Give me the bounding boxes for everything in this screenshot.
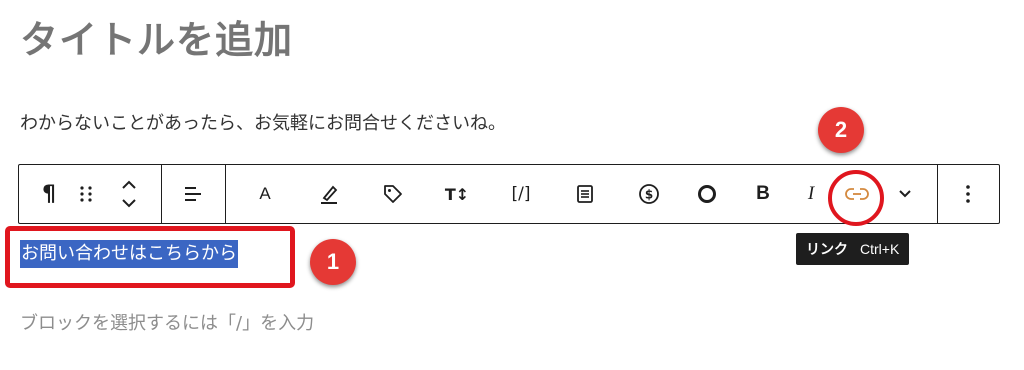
tooltip-label: リンク <box>806 242 848 258</box>
bold-button[interactable]: B <box>743 174 783 214</box>
align-button[interactable] <box>173 174 213 214</box>
drag-handle-icon <box>80 186 92 202</box>
options-button[interactable] <box>948 174 988 214</box>
italic-button[interactable]: I <box>791 174 831 214</box>
post-title[interactable]: タイトルを追加 <box>20 14 293 66</box>
tooltip-shortcut: Ctrl+K <box>860 241 900 257</box>
drag-handle-button[interactable] <box>71 174 101 214</box>
toolbar-divider <box>937 165 938 223</box>
document-button[interactable] <box>565 174 605 214</box>
align-left-icon <box>185 187 201 201</box>
dollar-icon: $ <box>639 184 659 204</box>
annotation-box-1 <box>5 226 295 288</box>
font-icon: A <box>259 184 271 203</box>
block-placeholder[interactable]: ブロックを選択するには「/」を入力 <box>20 310 314 338</box>
text-size-button[interactable]: T↕ <box>437 174 477 214</box>
more-formats-button[interactable] <box>885 174 925 214</box>
text-size-icon: T↕ <box>444 184 470 204</box>
annotation-badge-2: 2 <box>818 107 864 153</box>
move-up-down-button[interactable] <box>109 174 149 214</box>
document-icon <box>577 185 593 203</box>
annotation-badge-1: 1 <box>310 239 356 285</box>
paragraph-icon: ¶ <box>42 181 56 207</box>
svg-text:$: $ <box>645 188 653 202</box>
italic-icon: I <box>807 183 815 204</box>
chevron-down-icon <box>899 190 911 198</box>
paragraph-block[interactable]: わからないことがあったら、お気軽にお問合せくださいね。 <box>20 110 506 138</box>
circle-icon <box>698 185 716 203</box>
link-tooltip: リンク Ctrl+K <box>796 233 910 265</box>
shortcode-icon: [/] <box>511 184 531 204</box>
highlight-button[interactable] <box>309 174 349 214</box>
tag-button[interactable] <box>373 174 413 214</box>
highlighter-icon <box>321 185 338 204</box>
more-options-icon <box>966 185 970 203</box>
price-button[interactable]: $ <box>629 174 669 214</box>
toolbar-divider <box>225 165 226 223</box>
move-up-down-icon <box>122 180 136 208</box>
paragraph-block-button[interactable]: ¶ <box>29 174 69 214</box>
annotation-circle-2 <box>828 170 884 226</box>
bold-icon: B <box>756 183 770 204</box>
shortcode-button[interactable]: [/] <box>501 174 541 214</box>
tag-icon <box>384 185 402 203</box>
circle-button[interactable] <box>687 174 727 214</box>
toolbar-divider <box>161 165 162 223</box>
font-button[interactable]: A <box>245 174 285 214</box>
